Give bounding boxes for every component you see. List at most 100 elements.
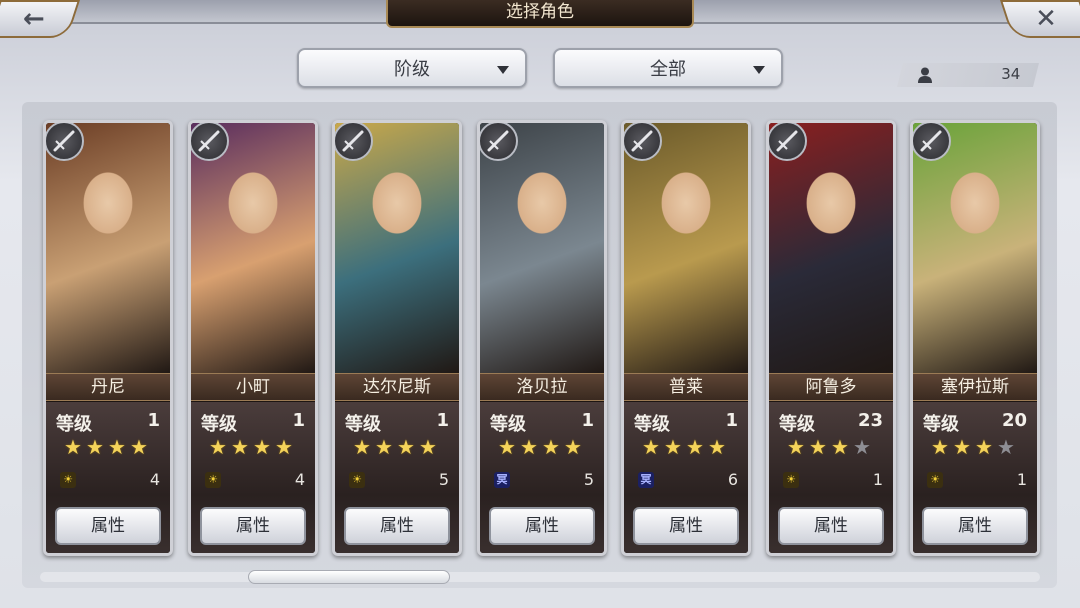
weapon-type-icon	[335, 123, 373, 161]
level-value: 1	[292, 410, 305, 431]
character-name: 达尔尼斯	[335, 373, 459, 401]
attributes-button[interactable]: 属性	[55, 507, 161, 545]
weapon-type-icon	[624, 123, 662, 161]
close-icon: ✕	[1035, 4, 1058, 34]
star-icon: ★	[853, 435, 871, 459]
element-count: 4	[294, 470, 305, 489]
attributes-button[interactable]: 属性	[778, 507, 884, 545]
star-rating: ★ ★ ★ ★	[209, 436, 309, 458]
star-icon: ★	[787, 435, 805, 459]
star-icon: ★	[831, 435, 849, 459]
star-icon: ★	[931, 435, 949, 459]
star-icon: ★	[564, 435, 582, 459]
star-icon: ★	[64, 435, 82, 459]
star-icon: ★	[664, 435, 682, 459]
character-card[interactable]: 塞伊拉斯 等级 20 ★ ★ ★ ★ ☀ 1 属性	[910, 120, 1040, 556]
star-rating: ★ ★ ★ ★	[353, 436, 453, 458]
character-name: 普莱	[624, 373, 748, 401]
level-value: 1	[725, 410, 738, 431]
roster-count: 34	[897, 63, 1039, 87]
star-icon: ★	[275, 435, 293, 459]
chevron-down-icon	[497, 66, 509, 74]
sun-element-icon: ☀	[927, 472, 943, 488]
level-value: 23	[857, 410, 883, 431]
character-card[interactable]: 阿鲁多 等级 23 ★ ★ ★ ★ ☀ 1 属性	[766, 120, 896, 556]
character-stats: 等级 1 ★ ★ ★ ★ ☀ 5 属性	[335, 402, 459, 553]
element-count: 5	[583, 470, 594, 489]
star-icon: ★	[642, 435, 660, 459]
level-value: 20	[1001, 410, 1027, 431]
character-name: 塞伊拉斯	[913, 373, 1037, 401]
category-filter-dropdown[interactable]: 全部	[553, 48, 783, 88]
character-stats: 等级 20 ★ ★ ★ ★ ☀ 1 属性	[913, 402, 1037, 553]
level-label: 等级	[490, 414, 526, 435]
person-icon	[918, 67, 932, 83]
weapon-type-icon	[769, 123, 807, 161]
level-label: 等级	[923, 414, 959, 435]
element-count: 1	[1016, 470, 1027, 489]
chevron-down-icon	[753, 66, 765, 74]
character-card[interactable]: 丹尼 等级 1 ★ ★ ★ ★ ☀ 4 属性	[43, 120, 173, 556]
star-icon: ★	[375, 435, 393, 459]
element-count: 4	[149, 470, 160, 489]
dark-element-icon: 冥	[638, 472, 654, 488]
star-icon: ★	[708, 435, 726, 459]
character-card[interactable]: 普莱 等级 1 ★ ★ ★ ★ 冥 6 属性	[621, 120, 751, 556]
rank-filter-dropdown[interactable]: 阶级	[297, 48, 527, 88]
star-icon: ★	[253, 435, 271, 459]
element-count: 6	[727, 470, 738, 489]
weapon-type-icon	[913, 123, 951, 161]
character-card[interactable]: 达尔尼斯 等级 1 ★ ★ ★ ★ ☀ 5 属性	[332, 120, 462, 556]
star-icon: ★	[397, 435, 415, 459]
element-count: 5	[438, 470, 449, 489]
attributes-button[interactable]: 属性	[633, 507, 739, 545]
level-label: 等级	[201, 414, 237, 435]
star-icon: ★	[997, 435, 1015, 459]
character-stats: 等级 23 ★ ★ ★ ★ ☀ 1 属性	[769, 402, 893, 553]
roster-count-value: 34	[1001, 65, 1021, 83]
star-icon: ★	[498, 435, 516, 459]
close-button[interactable]: ✕	[1000, 0, 1080, 38]
attributes-button[interactable]: 属性	[200, 507, 306, 545]
star-icon: ★	[209, 435, 227, 459]
character-card[interactable]: 洛贝拉 等级 1 ★ ★ ★ ★ 冥 5 属性	[477, 120, 607, 556]
rank-filter-value: 阶级	[394, 59, 430, 80]
level-label: 等级	[345, 414, 381, 435]
back-arrow-icon: ←	[22, 4, 45, 34]
star-icon: ★	[686, 435, 704, 459]
level-label: 等级	[779, 414, 815, 435]
character-name: 洛贝拉	[480, 373, 604, 401]
star-icon: ★	[108, 435, 126, 459]
star-rating: ★ ★ ★ ★	[931, 436, 1031, 458]
attributes-button[interactable]: 属性	[344, 507, 450, 545]
back-button[interactable]: ←	[0, 0, 80, 38]
weapon-type-icon	[480, 123, 518, 161]
character-stats: 等级 1 ★ ★ ★ ★ 冥 5 属性	[480, 402, 604, 553]
star-icon: ★	[542, 435, 560, 459]
character-card[interactable]: 小町 等级 1 ★ ★ ★ ★ ☀ 4 属性	[188, 120, 318, 556]
star-icon: ★	[419, 435, 437, 459]
star-rating: ★ ★ ★ ★	[787, 436, 887, 458]
scrollbar-track[interactable]	[40, 572, 1040, 582]
element-count: 1	[872, 470, 883, 489]
character-name: 阿鲁多	[769, 373, 893, 401]
character-name: 小町	[191, 373, 315, 401]
star-icon: ★	[231, 435, 249, 459]
level-label: 等级	[634, 414, 670, 435]
scrollbar-thumb[interactable]	[248, 570, 450, 584]
star-icon: ★	[953, 435, 971, 459]
character-name: 丹尼	[46, 373, 170, 401]
level-value: 1	[581, 410, 594, 431]
star-icon: ★	[520, 435, 538, 459]
attributes-button[interactable]: 属性	[489, 507, 595, 545]
star-rating: ★ ★ ★ ★	[64, 436, 164, 458]
dark-element-icon: 冥	[494, 472, 510, 488]
attributes-button[interactable]: 属性	[922, 507, 1028, 545]
sun-element-icon: ☀	[349, 472, 365, 488]
weapon-type-icon	[46, 123, 84, 161]
character-stats: 等级 1 ★ ★ ★ ★ ☀ 4 属性	[46, 402, 170, 553]
level-value: 1	[436, 410, 449, 431]
character-list: 丹尼 等级 1 ★ ★ ★ ★ ☀ 4 属性 小町 等级 1 ★ ★ ★ ★ ☀ 4 属性	[43, 120, 1043, 560]
character-stats: 等级 1 ★ ★ ★ ★ 冥 6 属性	[624, 402, 748, 553]
sun-element-icon: ☀	[783, 472, 799, 488]
